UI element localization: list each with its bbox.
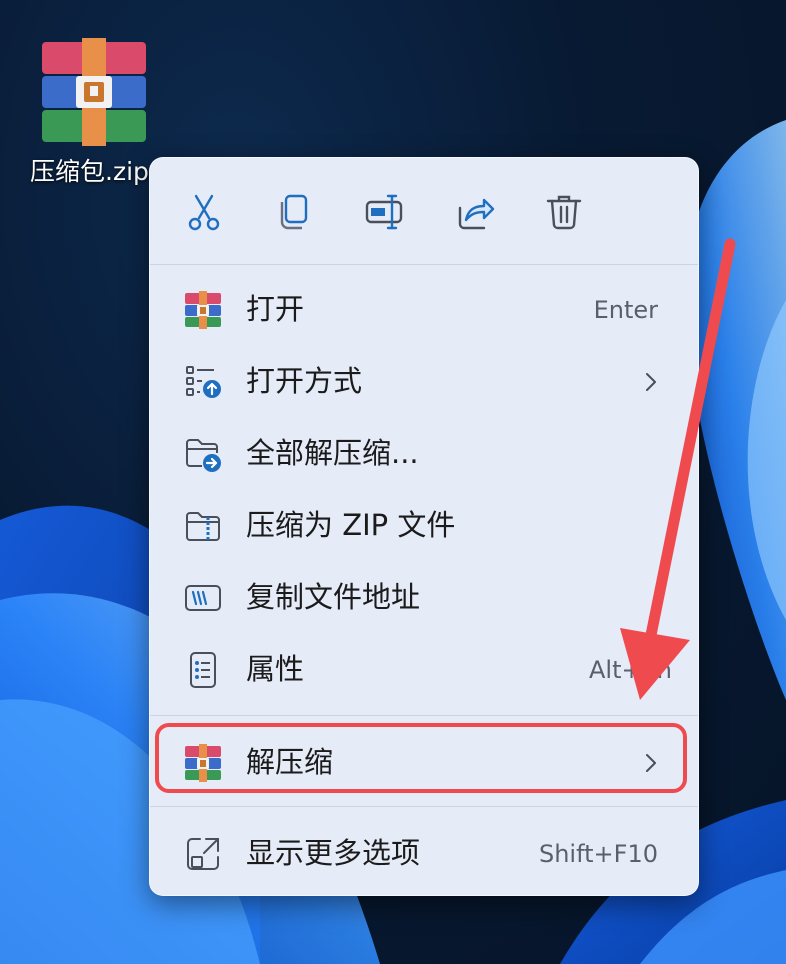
menu-item-label: 显示更多选项 [246, 836, 421, 870]
menu-item-label: 属性 [246, 652, 305, 686]
shortcut-text: Alt+En [589, 656, 672, 684]
quick-action-bar [150, 158, 698, 264]
winrar-icon [184, 291, 222, 329]
cut-button[interactable] [182, 190, 226, 234]
menu-item-properties[interactable]: 属性 Alt+En [150, 638, 698, 700]
copy-icon [280, 194, 308, 230]
menu-item-label: 全部解压缩... [246, 436, 419, 470]
scissors-icon [188, 194, 220, 231]
show-more-icon [184, 835, 222, 873]
menu-item-open[interactable]: 打开 Enter [150, 278, 698, 340]
zip-folder-icon [184, 507, 222, 545]
winrar-archive-icon [42, 38, 146, 146]
menu-separator [150, 715, 698, 716]
chevron-right-icon [646, 373, 656, 391]
menu-item-extract-all[interactable]: 全部解压缩... [150, 422, 698, 484]
highlight-box [155, 723, 687, 793]
shortcut-text: Enter [593, 296, 658, 324]
menu-item-label: 复制文件地址 [246, 580, 421, 614]
menu-item-label: 打开 [246, 292, 305, 326]
menu-separator [150, 806, 698, 807]
rename-button[interactable] [362, 190, 406, 234]
menu-item-label: 打开方式 [246, 364, 363, 398]
menu-item-label: 压缩为 ZIP 文件 [246, 508, 456, 542]
menu-separator [150, 264, 698, 265]
share-button[interactable] [452, 190, 496, 234]
share-icon [458, 198, 495, 230]
copy-button[interactable] [272, 190, 316, 234]
open-with-icon [184, 363, 222, 401]
menu-item-compress-zip[interactable]: 压缩为 ZIP 文件 [150, 494, 698, 556]
copy-path-icon [184, 579, 222, 617]
properties-icon [184, 651, 222, 689]
menu-item-copy-path[interactable]: 复制文件地址 [150, 566, 698, 628]
extract-folder-icon [184, 435, 222, 473]
trash-icon [546, 195, 582, 230]
rename-icon [365, 194, 403, 230]
menu-item-show-more[interactable]: 显示更多选项 Shift+F10 [150, 822, 698, 884]
shortcut-text: Shift+F10 [538, 840, 658, 868]
menu-item-open-with[interactable]: 打开方式 [150, 350, 698, 412]
delete-button[interactable] [542, 190, 586, 234]
